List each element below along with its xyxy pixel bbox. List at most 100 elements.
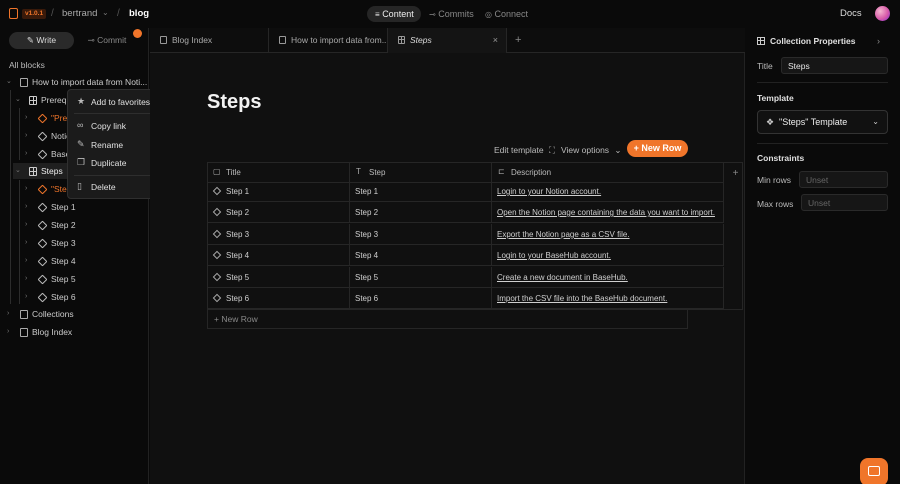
min-rows-input[interactable]: Unset <box>799 171 888 188</box>
document-icon <box>20 310 28 319</box>
tab-blog-index[interactable]: Blog Index <box>150 28 269 53</box>
chevron-right-icon[interactable]: › <box>25 217 33 233</box>
tree-item-step[interactable]: › Step 3 <box>22 235 122 251</box>
tree-item-blog-index[interactable]: › Blog Index <box>4 324 144 340</box>
tree-item-collections[interactable]: › Collections <box>4 306 144 322</box>
tab-content[interactable]: ≡ Content <box>367 6 421 22</box>
tab-steps[interactable]: Steps × <box>388 28 507 53</box>
table-row-description-cell[interactable]: Import the CSV file into the BaseHub doc… <box>492 288 724 309</box>
pending-changes-badge <box>133 29 142 38</box>
add-column-plus-icon[interactable]: + <box>728 163 743 185</box>
row-icon <box>37 202 48 213</box>
chevron-right-icon[interactable]: › <box>25 146 33 162</box>
tree-item-prereq-template[interactable]: › "Pre <box>22 110 67 126</box>
max-rows-input[interactable]: Unset <box>801 194 888 211</box>
chevron-right-icon[interactable]: › <box>25 271 33 287</box>
commit-tab[interactable]: ⊸ Commit <box>77 32 137 49</box>
write-tab[interactable]: ✎ Write <box>9 32 74 49</box>
database-icon <box>757 37 765 45</box>
document-icon <box>279 36 286 44</box>
tree-item-steps[interactable]: ⌄ Steps <box>13 163 68 179</box>
table-row-step-cell[interactable]: Step 6 <box>350 288 492 309</box>
docs-link[interactable]: Docs <box>840 8 862 19</box>
pencil-icon: ✎ <box>77 139 85 149</box>
template-icon <box>37 184 48 195</box>
content-icon: ≡ <box>375 10 380 19</box>
star-icon: ★ <box>77 96 86 106</box>
breadcrumb-repo[interactable]: blog <box>129 8 149 19</box>
chevron-down-icon[interactable]: ⌄ <box>102 8 109 17</box>
row-icon <box>37 238 48 249</box>
chevron-right-icon[interactable]: › <box>25 253 33 269</box>
avatar[interactable] <box>875 6 890 21</box>
table-row-step-cell[interactable]: Step 2 <box>350 202 492 223</box>
tab-connect[interactable]: ◎ Connect <box>477 6 535 22</box>
table-row-description-cell[interactable]: Create a new document in BaseHub. <box>492 267 724 288</box>
chevron-down-icon[interactable]: ⌄ <box>15 163 23 179</box>
new-row-button[interactable]: + New Row <box>627 140 688 157</box>
tree-item-step[interactable]: › Step 5 <box>22 271 122 287</box>
table-row-title-cell[interactable]: Step 3 <box>207 224 350 245</box>
chevron-right-icon[interactable]: › <box>25 199 33 215</box>
close-icon[interactable]: × <box>493 28 498 53</box>
table-row-description-cell[interactable]: Open the Notion page containing the data… <box>492 202 724 223</box>
add-row-button[interactable]: + New Row <box>207 309 688 329</box>
edit-template-button[interactable]: Edit template ⛶ <box>494 143 555 157</box>
connect-icon: ◎ <box>485 10 492 19</box>
table-row-description-cell[interactable]: Login to your BaseHub account. <box>492 245 724 266</box>
table-row-title-cell[interactable]: Step 5 <box>207 267 350 288</box>
chevron-right-icon[interactable]: › <box>25 181 33 197</box>
link-icon: ∞ <box>77 120 84 130</box>
tree-item-step[interactable]: › Step 4 <box>22 253 122 269</box>
tab-how-to-import[interactable]: How to import data from... <box>269 28 388 53</box>
chevron-right-icon[interactable]: › <box>7 306 15 322</box>
properties-panel: Collection Properties › Title Steps Temp… <box>746 28 900 484</box>
table-row-title-cell[interactable]: Step 4 <box>207 245 350 266</box>
new-tab-plus-icon[interactable]: + <box>515 34 521 46</box>
chevron-right-icon[interactable]: › <box>877 36 880 46</box>
table-row-step-cell[interactable]: Step 4 <box>350 245 492 266</box>
chevron-right-icon[interactable]: › <box>25 235 33 251</box>
tree-item-notion[interactable]: › Notio <box>22 128 67 144</box>
chevron-right-icon[interactable]: › <box>25 289 33 305</box>
tree-item-step[interactable]: › Step 1 <box>22 199 122 215</box>
column-header-step[interactable]: T Step <box>350 162 492 183</box>
chat-button[interactable] <box>860 458 888 484</box>
top-bar: v1.0.1 / bertrand ⌄ / blog ≡ Content ⊸ C… <box>0 0 900 28</box>
chevron-right-icon[interactable]: › <box>7 324 15 340</box>
template-section-title: Template <box>757 93 794 103</box>
chevron-right-icon[interactable]: › <box>25 110 33 126</box>
breadcrumb-org[interactable]: bertrand <box>62 8 97 19</box>
row-icon <box>212 186 222 196</box>
tree-item-prerequisites[interactable]: ⌄ Prereq <box>13 92 73 108</box>
template-select[interactable]: ❖ "Steps" Template ⌄ <box>757 110 888 134</box>
row-icon <box>212 272 222 282</box>
chevron-down-icon[interactable]: ⌄ <box>15 92 23 108</box>
table-row-title-cell[interactable]: Step 6 <box>207 288 350 309</box>
column-header-description[interactable]: ⊏ Description <box>492 162 724 183</box>
tree-guide <box>19 108 20 160</box>
tab-commits[interactable]: ⊸ Commits <box>421 6 481 22</box>
table-row-title-cell[interactable]: Step 1 <box>207 181 350 202</box>
tree-item-root[interactable]: ⌄ How to import data from Noti... <box>4 74 148 90</box>
title-input[interactable]: Steps <box>781 57 888 74</box>
view-options-button[interactable]: View options ⌄ <box>561 143 622 157</box>
table-row-title-cell[interactable]: Step 2 <box>207 202 350 223</box>
plus-icon: + <box>633 143 639 153</box>
table-row-description-cell[interactable]: Export the Notion page as a CSV file. <box>492 224 724 245</box>
chat-icon <box>868 466 880 476</box>
database-icon <box>398 36 405 44</box>
table-row-step-cell[interactable]: Step 1 <box>350 181 492 202</box>
page-title[interactable]: Steps <box>207 91 261 114</box>
chevron-down-icon[interactable]: ⌄ <box>6 74 14 90</box>
tree-item-basehub[interactable]: › Base <box>22 146 67 162</box>
column-header-title[interactable]: ▢ Title <box>207 162 350 183</box>
tree-item-step[interactable]: › Step 2 <box>22 217 122 233</box>
table-row-description-cell[interactable]: Login to your Notion account. <box>492 181 724 202</box>
tree-item-steps-template[interactable]: › "Ste <box>22 181 67 197</box>
table-row-step-cell[interactable]: Step 3 <box>350 224 492 245</box>
basehub-logo-icon[interactable] <box>9 8 18 19</box>
table-row-step-cell[interactable]: Step 5 <box>350 267 492 288</box>
tree-item-step[interactable]: › Step 6 <box>22 289 122 305</box>
chevron-right-icon[interactable]: › <box>25 128 33 144</box>
